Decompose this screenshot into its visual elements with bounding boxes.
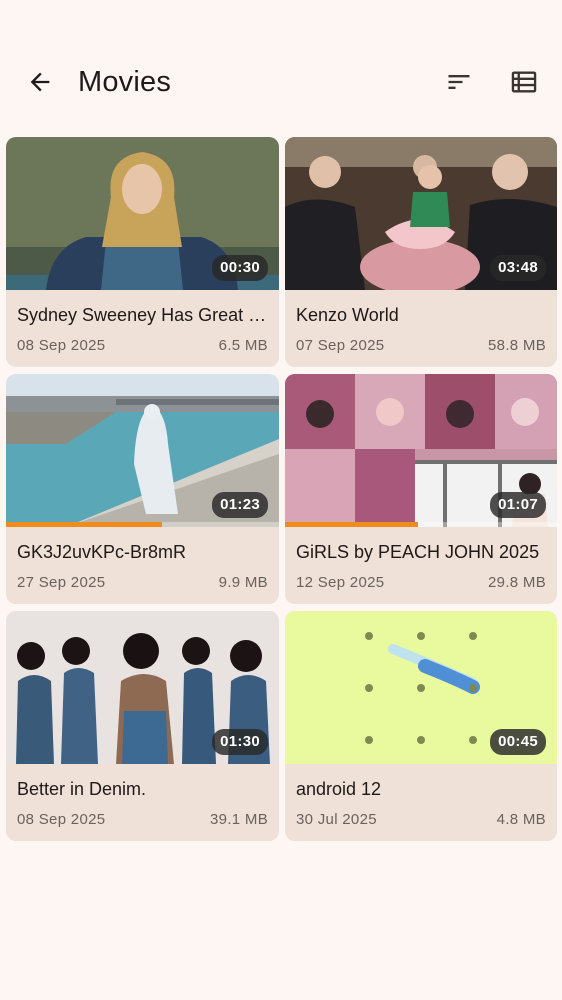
duration-badge: 00:30 — [212, 255, 268, 281]
video-card[interactable]: 00:30 Sydney Sweeney Has Great Jeans 08 … — [6, 137, 279, 367]
video-date: 12 Sep 2025 — [296, 574, 385, 591]
video-title: GK3J2uvKPc-Br8mR — [17, 542, 187, 562]
video-date: 30 Jul 2025 — [296, 811, 377, 828]
arrow-left-icon — [30, 72, 50, 92]
video-size: 9.9 MB — [218, 574, 268, 591]
video-date: 08 Sep 2025 — [17, 337, 106, 354]
view-mode-button[interactable] — [505, 64, 543, 100]
video-meta: 30 Jul 2025 4.8 MB — [296, 811, 546, 828]
video-grid: 00:30 Sydney Sweeney Has Great Jeans 08 … — [6, 137, 557, 841]
video-card[interactable]: 01:30 Better in Denim. 08 Sep 2025 39.1 … — [6, 611, 279, 841]
sort-icon — [448, 75, 470, 89]
video-card[interactable]: 01:23 GK3J2uvKPc-Br8mR 27 Sep 2025 9.9 M… — [6, 374, 279, 604]
duration-badge: 01:07 — [490, 492, 546, 518]
duration-badge: 00:45 — [490, 729, 546, 755]
video-card[interactable]: 01:07 GiRLS by PEACH JOHN 2025 12 Sep 20… — [285, 374, 557, 604]
video-title: Kenzo World — [296, 305, 399, 325]
list-view-icon — [511, 71, 537, 93]
video-date: 27 Sep 2025 — [17, 574, 106, 591]
video-thumbnail: 00:30 — [6, 137, 279, 290]
video-size: 29.8 MB — [488, 574, 546, 591]
duration-badge: 01:30 — [212, 729, 268, 755]
video-size: 6.5 MB — [218, 337, 268, 354]
video-title: android 12 — [296, 779, 382, 799]
sort-button[interactable] — [440, 64, 478, 100]
video-size: 4.8 MB — [496, 811, 546, 828]
video-date: 08 Sep 2025 — [17, 811, 106, 828]
video-meta: 12 Sep 2025 29.8 MB — [296, 574, 546, 591]
duration-badge: 03:48 — [490, 255, 546, 281]
video-meta: 27 Sep 2025 9.9 MB — [17, 574, 268, 591]
video-size: 39.1 MB — [210, 811, 268, 828]
playback-progress-fill — [285, 522, 419, 527]
video-card[interactable]: 03:48 Kenzo World 07 Sep 2025 58.8 MB — [285, 137, 557, 367]
video-title: GiRLS by PEACH JOHN 2025 — [296, 542, 540, 562]
video-meta: 08 Sep 2025 39.1 MB — [17, 811, 268, 828]
video-meta: 08 Sep 2025 6.5 MB — [17, 337, 268, 354]
video-title: Sydney Sweeney Has Great Jeans — [17, 305, 269, 325]
page-title: Movies — [78, 66, 172, 98]
video-card[interactable]: 00:45 android 12 30 Jul 2025 4.8 MB — [285, 611, 557, 841]
duration-badge: 01:23 — [212, 492, 268, 518]
back-button[interactable] — [22, 64, 58, 100]
video-thumbnail: 01:07 — [285, 374, 557, 527]
video-size: 58.8 MB — [488, 337, 546, 354]
video-date: 07 Sep 2025 — [296, 337, 385, 354]
video-meta: 07 Sep 2025 58.8 MB — [296, 337, 546, 354]
playback-progress — [6, 522, 279, 527]
playback-progress — [285, 522, 557, 527]
playback-progress-fill — [6, 522, 162, 527]
video-thumbnail: 01:23 — [6, 374, 279, 527]
video-title: Better in Denim. — [17, 779, 147, 799]
top-app-bar: Movies — [0, 0, 562, 137]
video-thumbnail: 00:45 — [285, 611, 557, 764]
video-thumbnail: 03:48 — [285, 137, 557, 290]
video-thumbnail: 01:30 — [6, 611, 279, 764]
